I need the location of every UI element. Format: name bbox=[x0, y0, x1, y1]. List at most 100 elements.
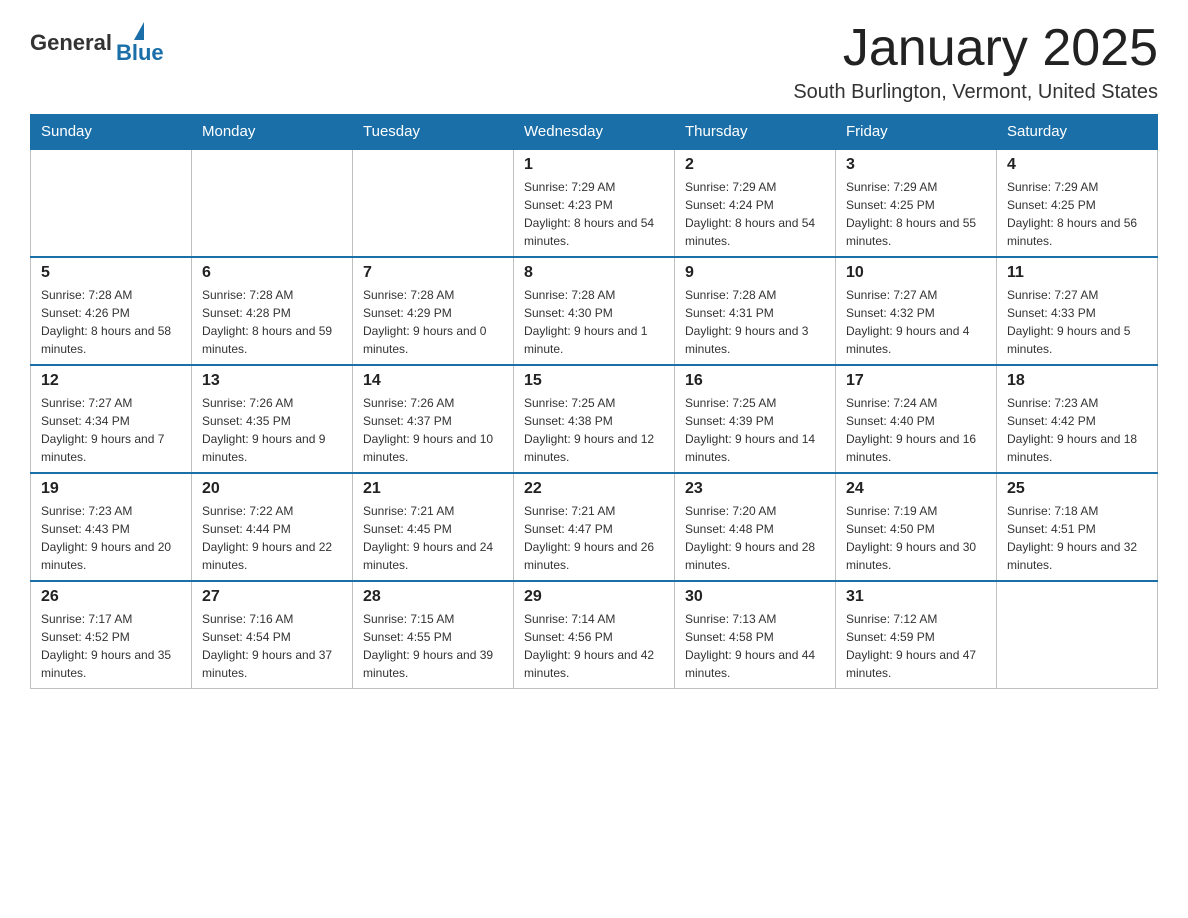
day-info: Sunrise: 7:29 AMSunset: 4:24 PMDaylight:… bbox=[685, 178, 825, 250]
day-info: Sunrise: 7:28 AMSunset: 4:31 PMDaylight:… bbox=[685, 286, 825, 358]
day-cell: 15 Sunrise: 7:25 AMSunset: 4:38 PMDayligh… bbox=[514, 365, 675, 473]
day-cell: 7Sunrise: 7:28 AMSunset: 4:29 PMDaylight… bbox=[353, 257, 514, 365]
day-cell: 31Sunrise: 7:12 AMSunset: 4:59 PMDayligh… bbox=[836, 581, 997, 689]
day-info: Sunrise: 7:25 AMSunset: 4:39 PMDaylight:… bbox=[685, 394, 825, 466]
location-title: South Burlington, Vermont, United States bbox=[793, 81, 1158, 104]
day-cell: 8Sunrise: 7:28 AMSunset: 4:30 PMDaylight… bbox=[514, 257, 675, 365]
day-number: 2 bbox=[685, 156, 825, 174]
day-number: 26 bbox=[41, 588, 181, 606]
day-info: Sunrise: 7:23 AMSunset: 4:42 PMDaylight:… bbox=[1007, 394, 1147, 466]
day-number: 9 bbox=[685, 264, 825, 282]
day-info: Sunrise: 7:28 AMSunset: 4:30 PMDaylight:… bbox=[524, 286, 664, 358]
day-info: Sunrise: 7:28 AMSunset: 4:28 PMDaylight:… bbox=[202, 286, 342, 358]
day-number: 10 bbox=[846, 264, 986, 282]
day-cell: 1 Sunrise: 7:29 AMSunset: 4:23 PMDaylight… bbox=[514, 149, 675, 257]
day-number: 11 bbox=[1007, 264, 1147, 282]
day-cell: 14 Sunrise: 7:26 AMSunset: 4:37 PMDayligh… bbox=[353, 365, 514, 473]
day-number: 27 bbox=[202, 588, 342, 606]
header-friday: Friday bbox=[836, 115, 997, 150]
day-info: Sunrise: 7:18 AMSunset: 4:51 PMDaylight:… bbox=[1007, 502, 1147, 574]
calendar-header-row: SundayMondayTuesdayWednesdayThursdayFrid… bbox=[31, 115, 1158, 150]
day-number: 4 bbox=[1007, 156, 1147, 174]
day-info: Sunrise: 7:17 AMSunset: 4:52 PMDaylight:… bbox=[41, 610, 181, 682]
day-cell: 29Sunrise: 7:14 AMSunset: 4:56 PMDayligh… bbox=[514, 581, 675, 689]
logo-general-text: General bbox=[30, 30, 112, 56]
day-info: Sunrise: 7:26 AMSunset: 4:37 PMDaylight:… bbox=[363, 394, 503, 466]
day-cell: 20 Sunrise: 7:22 AMSunset: 4:44 PMDayligh… bbox=[192, 473, 353, 581]
day-cell: 18Sunrise: 7:23 AMSunset: 4:42 PMDayligh… bbox=[997, 365, 1158, 473]
logo[interactable]: General Blue bbox=[30, 20, 164, 66]
day-number: 22 bbox=[524, 480, 664, 498]
day-cell: 17Sunrise: 7:24 AMSunset: 4:40 PMDayligh… bbox=[836, 365, 997, 473]
day-number: 29 bbox=[524, 588, 664, 606]
week-row: 12Sunrise: 7:27 AMSunset: 4:34 PMDayligh… bbox=[31, 365, 1158, 473]
day-cell: 24Sunrise: 7:19 AMSunset: 4:50 PMDayligh… bbox=[836, 473, 997, 581]
day-number: 16 bbox=[685, 372, 825, 390]
day-number: 23 bbox=[685, 480, 825, 498]
day-cell: 19 Sunrise: 7:23 AMSunset: 4:43 PMDayligh… bbox=[31, 473, 192, 581]
week-row: 5 Sunrise: 7:28 AMSunset: 4:26 PMDaylight… bbox=[31, 257, 1158, 365]
header-monday: Monday bbox=[192, 115, 353, 150]
day-info: Sunrise: 7:29 AMSunset: 4:25 PMDaylight:… bbox=[846, 178, 986, 250]
day-number: 21 bbox=[363, 480, 503, 498]
day-cell: 16 Sunrise: 7:25 AMSunset: 4:39 PMDayligh… bbox=[675, 365, 836, 473]
day-number: 6 bbox=[202, 264, 342, 282]
day-number: 17 bbox=[846, 372, 986, 390]
day-info: Sunrise: 7:29 AMSunset: 4:25 PMDaylight:… bbox=[1007, 178, 1147, 250]
day-cell: 12Sunrise: 7:27 AMSunset: 4:34 PMDayligh… bbox=[31, 365, 192, 473]
week-row: 26 Sunrise: 7:17 AMSunset: 4:52 PMDayligh… bbox=[31, 581, 1158, 689]
day-number: 7 bbox=[363, 264, 503, 282]
day-info: Sunrise: 7:20 AMSunset: 4:48 PMDaylight:… bbox=[685, 502, 825, 574]
day-number: 19 bbox=[41, 480, 181, 498]
day-cell: 5 Sunrise: 7:28 AMSunset: 4:26 PMDaylight… bbox=[31, 257, 192, 365]
day-number: 13 bbox=[202, 372, 342, 390]
day-cell: 30 Sunrise: 7:13 AMSunset: 4:58 PMDayligh… bbox=[675, 581, 836, 689]
day-cell: 27 Sunrise: 7:16 AMSunset: 4:54 PMDayligh… bbox=[192, 581, 353, 689]
day-cell: 23 Sunrise: 7:20 AMSunset: 4:48 PMDayligh… bbox=[675, 473, 836, 581]
day-cell: 13 Sunrise: 7:26 AMSunset: 4:35 PMDayligh… bbox=[192, 365, 353, 473]
day-cell bbox=[997, 581, 1158, 689]
day-cell: 10Sunrise: 7:27 AMSunset: 4:32 PMDayligh… bbox=[836, 257, 997, 365]
day-info: Sunrise: 7:27 AMSunset: 4:34 PMDaylight:… bbox=[41, 394, 181, 466]
day-number: 15 bbox=[524, 372, 664, 390]
day-number: 20 bbox=[202, 480, 342, 498]
day-cell: 26 Sunrise: 7:17 AMSunset: 4:52 PMDayligh… bbox=[31, 581, 192, 689]
page-header: General Blue January 2025 South Burlingt… bbox=[30, 20, 1158, 104]
day-info: Sunrise: 7:21 AMSunset: 4:45 PMDaylight:… bbox=[363, 502, 503, 574]
day-info: Sunrise: 7:28 AMSunset: 4:26 PMDaylight:… bbox=[41, 286, 181, 358]
day-cell: 28Sunrise: 7:15 AMSunset: 4:55 PMDayligh… bbox=[353, 581, 514, 689]
day-cell: 6 Sunrise: 7:28 AMSunset: 4:28 PMDaylight… bbox=[192, 257, 353, 365]
day-info: Sunrise: 7:21 AMSunset: 4:47 PMDaylight:… bbox=[524, 502, 664, 574]
day-info: Sunrise: 7:22 AMSunset: 4:44 PMDaylight:… bbox=[202, 502, 342, 574]
day-cell: 9 Sunrise: 7:28 AMSunset: 4:31 PMDaylight… bbox=[675, 257, 836, 365]
day-number: 3 bbox=[846, 156, 986, 174]
day-cell: 4 Sunrise: 7:29 AMSunset: 4:25 PMDaylight… bbox=[997, 149, 1158, 257]
day-info: Sunrise: 7:16 AMSunset: 4:54 PMDaylight:… bbox=[202, 610, 342, 682]
week-row: 1 Sunrise: 7:29 AMSunset: 4:23 PMDaylight… bbox=[31, 149, 1158, 257]
title-area: January 2025 South Burlington, Vermont, … bbox=[793, 20, 1158, 104]
day-info: Sunrise: 7:25 AMSunset: 4:38 PMDaylight:… bbox=[524, 394, 664, 466]
day-number: 14 bbox=[363, 372, 503, 390]
day-number: 1 bbox=[524, 156, 664, 174]
day-cell bbox=[192, 149, 353, 257]
day-info: Sunrise: 7:29 AMSunset: 4:23 PMDaylight:… bbox=[524, 178, 664, 250]
day-number: 25 bbox=[1007, 480, 1147, 498]
day-number: 30 bbox=[685, 588, 825, 606]
day-cell: 2 Sunrise: 7:29 AMSunset: 4:24 PMDaylight… bbox=[675, 149, 836, 257]
day-cell bbox=[31, 149, 192, 257]
header-tuesday: Tuesday bbox=[353, 115, 514, 150]
header-wednesday: Wednesday bbox=[514, 115, 675, 150]
day-cell: 22 Sunrise: 7:21 AMSunset: 4:47 PMDayligh… bbox=[514, 473, 675, 581]
week-row: 19 Sunrise: 7:23 AMSunset: 4:43 PMDayligh… bbox=[31, 473, 1158, 581]
day-number: 28 bbox=[363, 588, 503, 606]
day-cell: 11 Sunrise: 7:27 AMSunset: 4:33 PMDayligh… bbox=[997, 257, 1158, 365]
calendar-table: SundayMondayTuesdayWednesdayThursdayFrid… bbox=[30, 114, 1158, 689]
day-number: 31 bbox=[846, 588, 986, 606]
day-info: Sunrise: 7:26 AMSunset: 4:35 PMDaylight:… bbox=[202, 394, 342, 466]
day-number: 5 bbox=[41, 264, 181, 282]
day-info: Sunrise: 7:13 AMSunset: 4:58 PMDaylight:… bbox=[685, 610, 825, 682]
day-info: Sunrise: 7:23 AMSunset: 4:43 PMDaylight:… bbox=[41, 502, 181, 574]
day-info: Sunrise: 7:27 AMSunset: 4:33 PMDaylight:… bbox=[1007, 286, 1147, 358]
day-cell: 3 Sunrise: 7:29 AMSunset: 4:25 PMDaylight… bbox=[836, 149, 997, 257]
day-cell: 21 Sunrise: 7:21 AMSunset: 4:45 PMDayligh… bbox=[353, 473, 514, 581]
